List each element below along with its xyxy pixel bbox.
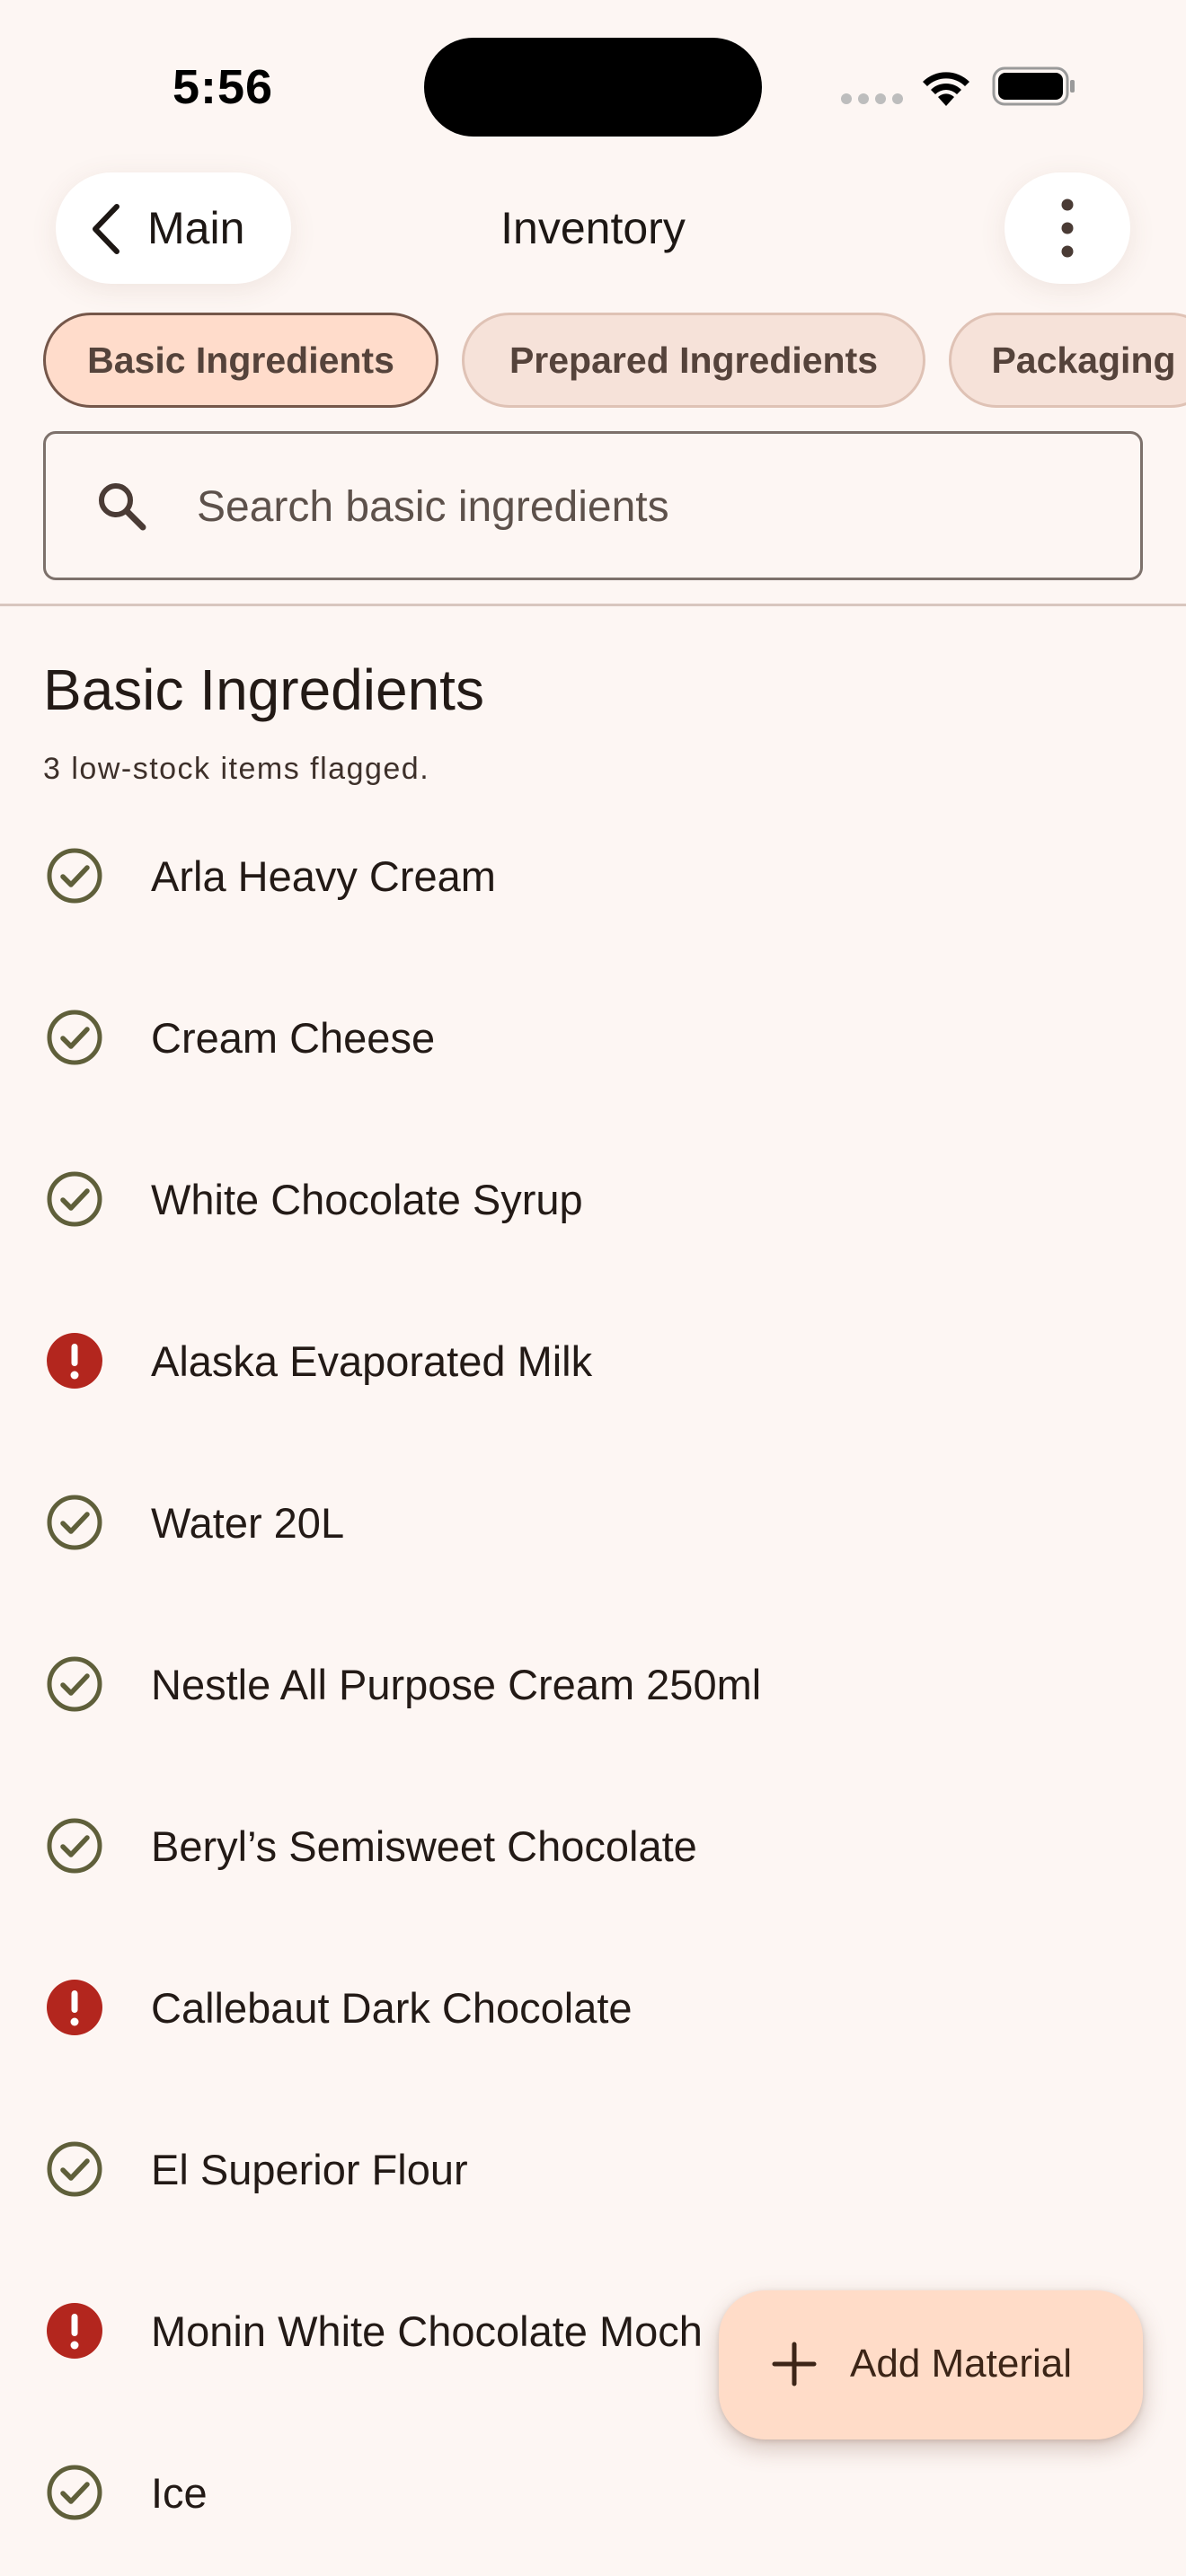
search-field[interactable] xyxy=(43,431,1143,580)
tab-packaging[interactable]: Packaging xyxy=(949,313,1186,408)
list-item[interactable]: El Superior Flour xyxy=(0,2093,1186,2254)
dynamic-island xyxy=(424,38,762,137)
list-item[interactable]: Cream Cheese xyxy=(0,961,1186,1123)
list-item[interactable]: Water 20L xyxy=(0,1446,1186,1608)
item-name: Arla Heavy Cream xyxy=(151,852,496,900)
item-name: Water 20L xyxy=(151,1499,345,1547)
section-title: Basic Ingredients xyxy=(43,657,484,722)
status-bar: 5:56 xyxy=(0,0,1186,153)
item-name: Alaska Evaporated Milk xyxy=(151,1337,593,1385)
cellular-signal-icon xyxy=(841,93,904,106)
list-item[interactable]: Callebaut Dark Chocolate xyxy=(0,1931,1186,2093)
category-tabs: Basic Ingredients Prepared Ingredients P… xyxy=(0,311,1186,411)
item-name: Monin White Chocolate Moch xyxy=(151,2307,703,2355)
list-item[interactable]: Arla Heavy Cream xyxy=(0,799,1186,961)
item-name: Nestle All Purpose Cream 250ml xyxy=(151,1661,762,1708)
status-time: 5:56 xyxy=(173,60,274,114)
check-circle-icon xyxy=(45,1008,104,1067)
tab-basic-ingredients[interactable]: Basic Ingredients xyxy=(43,313,438,408)
list-item[interactable]: Beryl’s Semisweet Chocolate xyxy=(0,1769,1186,1931)
check-circle-icon xyxy=(45,846,104,905)
item-name: El Superior Flour xyxy=(151,2146,468,2193)
plus-icon xyxy=(772,2342,817,2386)
item-name: Ice xyxy=(151,2469,208,2517)
search-icon xyxy=(99,483,146,531)
add-material-label: Add Material xyxy=(850,2342,1073,2386)
check-circle-icon xyxy=(45,2463,104,2522)
inventory-screen: 5:56 Main Inventory Basic Ingredients Pr… xyxy=(0,0,1186,2576)
item-name: White Chocolate Syrup xyxy=(151,1176,583,1223)
alert-circle-icon xyxy=(45,2301,104,2360)
check-circle-icon xyxy=(45,1654,104,1714)
item-name: Beryl’s Semisweet Chocolate xyxy=(151,1822,697,1870)
check-circle-icon xyxy=(45,1169,104,1229)
check-circle-icon xyxy=(45,1493,104,1552)
battery-icon xyxy=(992,66,1075,106)
check-circle-icon xyxy=(45,1816,104,1875)
alert-circle-icon xyxy=(45,1978,104,2037)
list-item[interactable]: Nestle All Purpose Cream 250ml xyxy=(0,1608,1186,1769)
item-name: Callebaut Dark Chocolate xyxy=(151,1984,633,2032)
add-material-button[interactable]: Add Material xyxy=(719,2290,1143,2439)
tab-prepared-ingredients[interactable]: Prepared Ingredients xyxy=(462,313,925,408)
wifi-icon xyxy=(923,72,969,106)
alert-circle-icon xyxy=(45,1331,104,1390)
check-circle-icon xyxy=(45,2139,104,2199)
header-divider xyxy=(0,604,1186,606)
low-stock-summary: 3 low-stock items flagged. xyxy=(43,752,430,786)
more-options-button[interactable] xyxy=(1005,172,1130,284)
list-item[interactable]: Alaska Evaporated Milk xyxy=(0,1284,1186,1446)
search-input[interactable] xyxy=(197,466,1095,547)
list-item[interactable]: Ice xyxy=(0,2416,1186,2576)
item-name: Cream Cheese xyxy=(151,1014,436,1062)
list-item[interactable]: White Chocolate Syrup xyxy=(0,1123,1186,1284)
more-vertical-icon xyxy=(1061,198,1074,258)
